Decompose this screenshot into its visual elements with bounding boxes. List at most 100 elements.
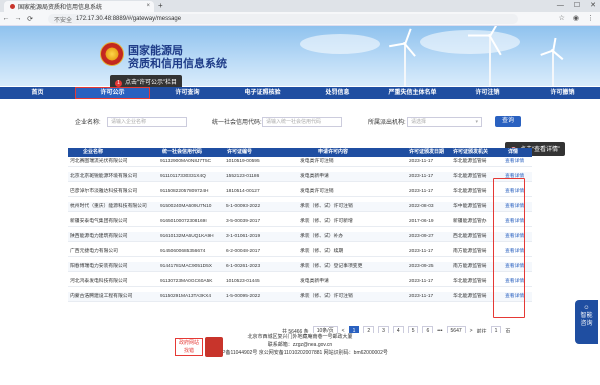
- cell-credit-code: 91500240MA609U7N10: [160, 204, 212, 209]
- reload-icon[interactable]: ⟳: [24, 15, 36, 23]
- cell-issue-date: 2023-11-17: [409, 294, 434, 299]
- cell-issue-date: 2023-09-25: [409, 264, 434, 269]
- cell-credit-code: 91610132MA6UQ1KA9H: [160, 234, 214, 239]
- cell-license-number: 5-1-00093-2022: [226, 204, 261, 209]
- table-row: 河北赛图瑞流光伏有限公司 91132900MA0N8J7T5C 1010519-00…: [68, 157, 532, 167]
- cell-issuer: 新疆能源监管办: [453, 219, 487, 224]
- cell-credit-code: 91450600685356674: [160, 249, 206, 254]
- cell-credit-code: 91150822057809724H: [160, 189, 209, 194]
- new-tab-button[interactable]: +: [158, 1, 163, 11]
- cell-issuer: 西北能源监管局: [453, 234, 487, 239]
- cell-content: 发电类许可注销: [300, 159, 334, 164]
- star-icon[interactable]: ☆: [559, 14, 565, 22]
- cell-company: 杭州时代（重庆）能源科技有限公司: [70, 204, 147, 209]
- nav-license-query[interactable]: 许可查询: [150, 87, 225, 99]
- table-row: 内蒙古浩腾建设工程有限公司 91150291MA13TA3KX4 1-5-00095…: [68, 292, 532, 302]
- cell-issue-date: 2023-11-17: [409, 174, 434, 179]
- chevron-down-icon: ▾: [475, 119, 478, 125]
- nav-dishonest-list[interactable]: 严重失信主体名单: [375, 87, 450, 99]
- cell-company: 北京北京斑锐能源环境有限公司: [70, 174, 138, 179]
- toolbar-icons: ☆ ◉ ⋮: [559, 14, 594, 22]
- hint-step-number: 1: [115, 80, 122, 87]
- table-row: 广西元捷电力有限公司 91450600685356674 6-2-00048-201…: [68, 247, 532, 257]
- agency-select[interactable]: 请选择 ▾: [407, 117, 482, 127]
- credit-code-input[interactable]: 请输入统一社会信用代码: [262, 117, 342, 127]
- nav-license-revoke[interactable]: 许可撤销: [525, 87, 600, 99]
- cell-credit-code: 91132900MA0N8J7T5C: [160, 159, 212, 164]
- insecure-warning[interactable]: 不安全: [54, 15, 72, 24]
- cell-content: 承装（修、试）续期: [300, 249, 344, 254]
- nav-penalty-info[interactable]: 处罚信息: [300, 87, 375, 99]
- minimize-icon[interactable]: —: [557, 1, 564, 11]
- site-favicon-icon: [10, 4, 15, 9]
- maximize-icon[interactable]: ☐: [574, 1, 580, 11]
- cell-content: 承装（修、试）补办: [300, 234, 344, 239]
- nav-e-license-verify[interactable]: 电子证照核验: [225, 87, 300, 99]
- cell-issue-date: 2022-08-03: [409, 204, 434, 209]
- table-header: 企业名称 统一社会信用代码 许可证编号 申请许可内容 许可证颁发日期 许可证颁发…: [68, 148, 532, 157]
- forward-icon[interactable]: →: [12, 15, 24, 22]
- smart-consult-button[interactable]: ☺ 智能 咨询: [575, 300, 598, 344]
- table-row: 新疆安泰电气集团有限公司 91650100072308169I 3-5-00039-…: [68, 217, 532, 227]
- nav-license-publicity[interactable]: 许可公示: [75, 87, 150, 99]
- cell-issuer: 华中能源监管局: [453, 204, 487, 209]
- party-emblem-icon[interactable]: [205, 337, 223, 357]
- cell-license-number: 6-2-00048-2017: [226, 249, 261, 254]
- company-name-input[interactable]: 请输入企业名称: [107, 117, 187, 127]
- footer-icp[interactable]: 京ICP备11044902号 京公网安备11010202007881 网站识别码…: [0, 349, 600, 356]
- main-nav: 首页 许可公示 许可查询 电子证照核验 处罚信息 严重失信主体名单 许可注销 许…: [0, 87, 600, 99]
- cell-company: 广西元捷电力有限公司: [70, 249, 118, 254]
- cell-issue-date: 2023-11-17: [409, 159, 434, 164]
- cell-issue-date: 2023-09-27: [409, 234, 434, 239]
- header-detail: 详情: [508, 149, 519, 155]
- nav-license-cancel[interactable]: 许可注销: [450, 87, 525, 99]
- footer-contact: 联系邮箱：zzgz@nea.gov.cn: [267, 342, 333, 348]
- cell-issuer: 华北能源监管局: [453, 174, 487, 179]
- cell-license-number: 1552123-01186: [226, 174, 260, 179]
- browser-tab[interactable]: 国家能源局资质和信用信息系统 ×: [4, 1, 154, 12]
- web-page: 国家能源局 资质和信用信息系统 1 点击“许可公示”栏目 首页 许可公示 许可查…: [0, 26, 600, 385]
- menu-icon[interactable]: ⋮: [587, 14, 594, 22]
- nav-home[interactable]: 首页: [0, 87, 75, 99]
- cell-content: 发电类新申请: [300, 279, 329, 284]
- address-bar[interactable]: 不安全 172.17.30.48:8889/#/gateway/message: [48, 14, 518, 24]
- table-row: 巴彦淖尔市淡雅达科技有限公司 91150822057809724H 1810514-…: [68, 187, 532, 197]
- table-row: 北京北京斑锐能源环境有限公司 91110117330331X4Q 1552123-0…: [68, 172, 532, 182]
- cell-license-number: 1010519-00595: [226, 159, 260, 164]
- cell-credit-code: 91650100072308169I: [160, 219, 207, 224]
- header-banner: 国家能源局 资质和信用信息系统: [0, 26, 600, 86]
- cloud-decoration: [300, 34, 380, 54]
- cell-company: 内蒙古浩腾建设工程有限公司: [70, 294, 133, 299]
- cell-company: 阳春博瑞电力安装有限公司: [70, 264, 128, 269]
- cell-issue-date: 2023-11-17: [409, 189, 434, 194]
- hint-text: 点击“许可公示”栏目: [125, 80, 177, 86]
- credit-code-label: 统一社会信用代码:: [212, 120, 262, 126]
- back-icon[interactable]: ←: [0, 15, 12, 22]
- footer-address: 北京市西城区复兴门外地藏庵南巷一号邮政大厦: [247, 334, 353, 340]
- window-controls: — ☐ ✕: [557, 1, 596, 11]
- search-form: 企业名称: 请输入企业名称 统一社会信用代码: 请输入统一社会信用代码 所属派出…: [0, 116, 600, 130]
- cell-company: 河北鸿泰发电科技有限公司: [70, 279, 128, 284]
- cell-license-number: 3-1-01061-2019: [226, 234, 261, 239]
- profile-icon[interactable]: ◉: [573, 14, 579, 22]
- header-issue-date: 许可证颁发日期: [409, 149, 445, 155]
- site-footer: 北京市西城区复兴门外地藏庵南巷一号邮政大厦 联系邮箱：zzgz@nea.gov.…: [0, 333, 600, 385]
- gov-badge-line1: 政府网站: [178, 340, 199, 346]
- search-button[interactable]: 查询: [495, 116, 521, 127]
- cell-issuer: 华北能源监管局: [453, 294, 487, 299]
- cell-content: 承装（修、试）许可注销: [300, 294, 353, 299]
- cell-issuer: 华北能源监管局: [453, 189, 487, 194]
- cell-content: 发电类许可注销: [300, 189, 334, 194]
- tab-close-icon[interactable]: ×: [146, 3, 150, 9]
- wind-turbine-image: [389, 28, 420, 86]
- browser-toolbar: ← → ⟳ 不安全 172.17.30.48:8889/#/gateway/me…: [0, 12, 600, 26]
- cell-content: 发电类新申请: [300, 174, 329, 179]
- tab-title: 国家能源局资质和信用信息系统: [18, 5, 103, 11]
- view-detail-link[interactable]: 查看详情: [505, 157, 530, 167]
- close-window-icon[interactable]: ✕: [590, 1, 596, 11]
- national-emblem-logo: [100, 42, 124, 66]
- gov-site-error-badge[interactable]: 政府网站 找错: [175, 338, 203, 356]
- detail-column-highlight: [493, 178, 525, 318]
- header-issuer: 许可证颁发机关: [453, 149, 489, 155]
- cell-credit-code: 91110117330331X4Q: [160, 174, 206, 179]
